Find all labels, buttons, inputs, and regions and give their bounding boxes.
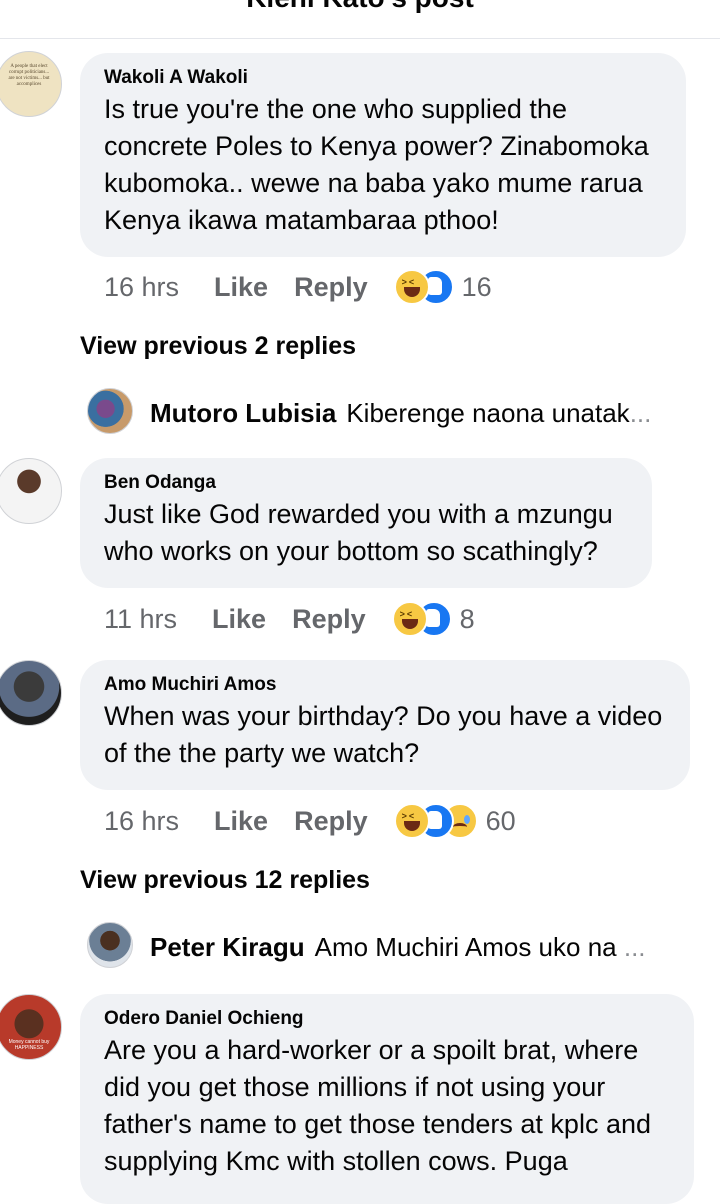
haha-reaction-icon: >< — [393, 803, 430, 839]
reply-button[interactable]: Reply — [294, 806, 368, 837]
comment-bubble: Odero Daniel Ochieng Are you a hard-work… — [80, 994, 694, 1204]
reaction-summary[interactable]: >< 60 — [393, 803, 516, 839]
comment-author[interactable]: Amo Muchiri Amos — [104, 672, 666, 698]
reply-button[interactable]: Reply — [292, 604, 366, 635]
like-button[interactable]: Like — [214, 806, 268, 837]
avatar-quote: A people that elect corrupt politicians.… — [8, 64, 50, 87]
like-button[interactable]: Like — [212, 604, 266, 635]
like-button[interactable]: Like — [214, 272, 268, 303]
view-previous-replies[interactable]: View previous 2 replies — [80, 332, 356, 361]
avatar[interactable]: Money cannot buy HAPPINESS — [0, 994, 62, 1060]
reply-preview[interactable]: Mutoro Lubisia Kiberenge naona unatak... — [150, 398, 651, 429]
comment-actions: 16 hrs Like Reply >< 16 — [104, 268, 492, 306]
avatar[interactable] — [0, 458, 62, 524]
comment-text: When was your birthday? Do you have a vi… — [104, 701, 663, 768]
avatar-caption: Money cannot buy HAPPINESS — [8, 1039, 50, 1051]
comment-bubble: Wakoli A Wakoli Is true you're the one w… — [80, 53, 686, 257]
avatar[interactable] — [87, 388, 133, 434]
avatar[interactable] — [87, 922, 133, 968]
comment-author[interactable]: Wakoli A Wakoli — [104, 65, 662, 91]
comment-time[interactable]: 16 hrs — [104, 272, 179, 303]
comment-text: Just like God rewarded you with a mzungu… — [104, 499, 613, 566]
comment-author[interactable]: Odero Daniel Ochieng — [104, 1006, 670, 1032]
comment-actions: 11 hrs Like Reply >< 8 — [104, 600, 475, 638]
comment-author[interactable]: Ben Odanga — [104, 470, 628, 496]
post-title: Kieni Kato's post — [0, 0, 720, 14]
comment-bubble: Amo Muchiri Amos When was your birthday?… — [80, 660, 690, 790]
reply-ellipsis: ... — [623, 932, 646, 962]
avatar[interactable] — [0, 660, 62, 726]
reply-ellipsis: ... — [629, 398, 652, 428]
reply-text: Kiberenge naona unatak — [346, 398, 630, 428]
comment-actions: 16 hrs Like Reply >< 60 — [104, 802, 516, 840]
reply-preview[interactable]: Peter Kiragu Amo Muchiri Amos uko na ... — [150, 932, 646, 963]
reply-author[interactable]: Mutoro Lubisia — [150, 398, 336, 428]
reply-button[interactable]: Reply — [294, 272, 368, 303]
reaction-count: 8 — [459, 603, 475, 634]
comment-time[interactable]: 11 hrs — [104, 604, 177, 635]
reply-text: Amo Muchiri Amos uko na — [314, 932, 624, 962]
comment-text: Is true you're the one who supplied the … — [104, 94, 649, 235]
reaction-summary[interactable]: >< 8 — [391, 601, 475, 637]
avatar[interactable]: A people that elect corrupt politicians.… — [0, 51, 62, 117]
view-previous-replies[interactable]: View previous 12 replies — [80, 866, 370, 895]
haha-reaction-icon: >< — [393, 269, 430, 305]
comment-time[interactable]: 16 hrs — [104, 806, 179, 837]
reaction-count: 16 — [461, 271, 492, 302]
reaction-count: 60 — [485, 805, 516, 836]
comment-text: Are you a hard-worker or a spoilt brat, … — [104, 1035, 651, 1176]
haha-reaction-icon: >< — [391, 601, 428, 637]
reaction-summary[interactable]: >< 16 — [393, 269, 492, 305]
comment-bubble: Ben Odanga Just like God rewarded you wi… — [80, 458, 652, 588]
reply-author[interactable]: Peter Kiragu — [150, 932, 305, 962]
post-header: Kieni Kato's post — [0, 0, 720, 39]
